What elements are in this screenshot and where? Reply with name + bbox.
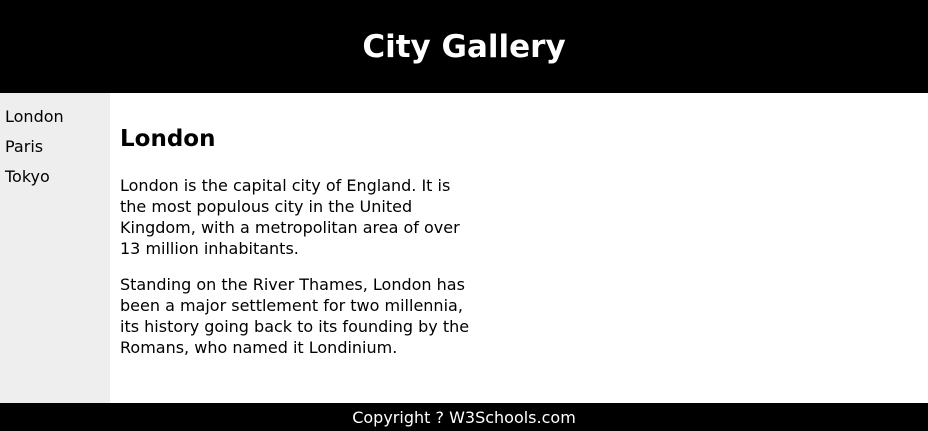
paragraph-intro: London is the capital city of England. I…	[120, 176, 460, 258]
sidebar-nav: London Paris Tokyo	[0, 93, 110, 403]
copyright-text: Copyright ? W3Schools.com	[352, 407, 576, 427]
page-title: City Gallery	[362, 28, 566, 65]
main-content: London London is the capital city of Eng…	[120, 93, 480, 358]
nav-list: London Paris Tokyo	[0, 93, 110, 192]
nav-item-london[interactable]: London	[5, 102, 110, 132]
page-footer: Copyright ? W3Schools.com	[0, 403, 928, 431]
page-header: City Gallery	[0, 0, 928, 93]
section-heading: London	[120, 126, 216, 152]
nav-item-tokyo[interactable]: Tokyo	[5, 162, 110, 192]
paragraph-history: Standing on the River Thames, London has…	[120, 275, 470, 357]
nav-item-paris[interactable]: Paris	[5, 132, 110, 162]
